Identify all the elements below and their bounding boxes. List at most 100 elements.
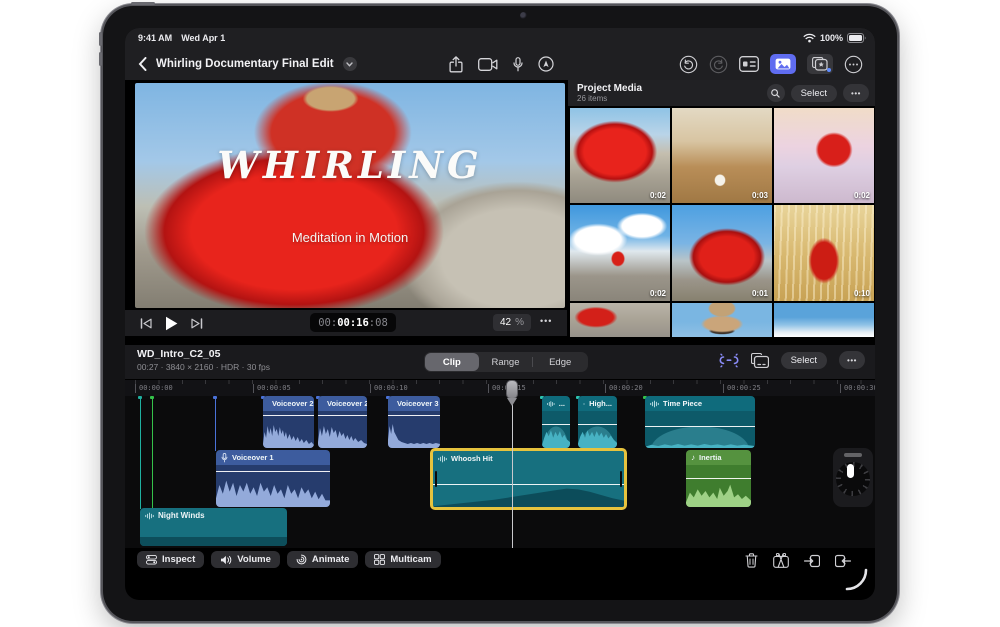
play-button[interactable] xyxy=(165,316,178,331)
trim-handle-left[interactable] xyxy=(435,471,437,487)
timeline-tracks: Voiceover 2 Voiceover 2 Voiceover 3 ... … xyxy=(125,396,875,548)
delete-icon[interactable] xyxy=(745,553,758,568)
waveform xyxy=(645,444,755,448)
zoom-value: 42 xyxy=(500,317,512,328)
media-thumbnail[interactable]: 0:02 xyxy=(570,108,670,203)
volume-line[interactable] xyxy=(318,415,367,416)
more-options-icon[interactable] xyxy=(844,55,863,74)
inspector-panel-icon[interactable] xyxy=(739,56,759,72)
multicam-button[interactable]: Multicam xyxy=(365,551,441,568)
audio-clip-whoosh-selected[interactable]: Whoosh Hit xyxy=(430,448,627,510)
share-icon[interactable] xyxy=(449,55,463,73)
volume-line[interactable] xyxy=(645,426,755,427)
insert-right-icon[interactable] xyxy=(835,554,851,568)
waveform-icon xyxy=(650,400,659,407)
next-frame-button[interactable] xyxy=(191,317,203,329)
playhead-handle[interactable] xyxy=(506,380,518,399)
inspect-button[interactable]: Inspect xyxy=(137,551,205,568)
camera-icon[interactable] xyxy=(478,57,498,71)
clip-label: Voiceover 2 xyxy=(327,399,367,408)
animate-button[interactable]: Animate xyxy=(286,551,359,568)
jog-wheel-grip[interactable] xyxy=(844,453,862,457)
snapping-icon[interactable] xyxy=(719,353,739,368)
pointer-circle-icon[interactable] xyxy=(538,56,554,72)
volume-button[interactable]: Volume xyxy=(211,551,280,568)
audio-clip-timepiece[interactable]: Time Piece xyxy=(645,396,755,448)
video-viewer: WHIRLING Meditation in Motion xyxy=(135,83,565,308)
fade-strip xyxy=(140,537,287,546)
viewer-more-button[interactable]: ••• xyxy=(540,316,552,326)
media-thumbnail[interactable]: 0:02 xyxy=(570,205,670,301)
previous-frame-button[interactable] xyxy=(140,317,152,329)
audio-clip-voiceover2b[interactable]: Voiceover 2 xyxy=(318,396,367,448)
segment-range[interactable]: Range xyxy=(479,353,533,371)
trim-handle-right[interactable] xyxy=(620,471,622,487)
clip-connection-line xyxy=(140,396,141,509)
timeline-ruler[interactable]: 00:00:00 00:00:05 00:00:10 00:00:15 00:0… xyxy=(125,379,875,396)
ipad-device: 9:41 AM Wed Apr 1 100% Whirling Document… xyxy=(99,2,897,621)
timeline-select-button[interactable]: Select xyxy=(780,351,827,369)
project-media-panel: Project Media 26 items Select ••• 0:02 0… xyxy=(568,80,875,337)
ruler-tick: 00:00:30 xyxy=(840,384,875,393)
audio-clip-voiceover2[interactable]: Voiceover 2 xyxy=(263,396,314,448)
clip-duration: 0:02 xyxy=(649,191,666,200)
timeline-clip-info: 00:27 · 3840 × 2160 · HDR · 30 fps xyxy=(137,362,271,372)
volume-down-button xyxy=(99,52,102,66)
media-thumbnail[interactable] xyxy=(570,303,670,337)
corner-swipe-indicator[interactable] xyxy=(845,568,869,592)
volume-line[interactable] xyxy=(542,424,570,425)
clip-label: Time Piece xyxy=(663,399,703,408)
speaker-icon xyxy=(221,555,232,564)
audio-clip-voiceover3[interactable]: Voiceover 3 xyxy=(388,396,440,448)
top-chrome: 9:41 AM Wed Apr 1 100% Whirling Document… xyxy=(125,28,875,80)
audio-clip-voiceover1[interactable]: Voiceover 1 xyxy=(216,450,330,507)
audio-clip-nightwinds[interactable]: Night Winds xyxy=(140,508,287,546)
clip-marker xyxy=(138,396,142,399)
microphone-icon[interactable] xyxy=(513,56,523,72)
timeline-header: WD_Intro_C2_05 00:27 · 3840 × 2160 · HDR… xyxy=(125,345,875,379)
segment-clip[interactable]: Clip xyxy=(425,353,479,371)
browser-more-button[interactable]: ••• xyxy=(843,84,869,102)
viewer-subtitle-text: Meditation in Motion xyxy=(291,230,409,245)
insert-left-icon[interactable] xyxy=(804,554,820,568)
waveform-icon xyxy=(583,402,586,405)
clip-duration: 0:01 xyxy=(751,289,768,298)
media-thumbnail[interactable]: 0:10 xyxy=(774,205,874,301)
browser-select-button[interactable]: Select xyxy=(790,84,837,102)
volume-line[interactable] xyxy=(686,478,751,479)
volume-line[interactable] xyxy=(216,471,330,472)
segment-edge[interactable]: Edge xyxy=(533,353,587,371)
status-time: 9:41 AM xyxy=(138,33,173,43)
undo-icon[interactable] xyxy=(679,55,698,74)
effects-badge-dot xyxy=(827,68,831,72)
media-thumbnail[interactable] xyxy=(774,303,874,337)
media-thumbnail[interactable]: 0:02 xyxy=(774,108,874,203)
viewer-zoom-control[interactable]: 42 % xyxy=(493,314,532,331)
back-button[interactable] xyxy=(138,57,147,71)
title-chevron-down-icon[interactable] xyxy=(342,57,357,71)
media-thumbnail[interactable]: 0:03 xyxy=(672,108,772,203)
audio-clip-truncated[interactable]: ... xyxy=(542,396,570,448)
jog-wheel[interactable] xyxy=(833,448,873,507)
viewer-title-text: WHIRLING xyxy=(217,143,483,187)
timecode-main: 00:16 xyxy=(337,316,369,329)
volume-line[interactable] xyxy=(578,424,617,425)
audio-clip-inertia[interactable]: ♪ Inertia xyxy=(686,450,751,507)
volume-up-button xyxy=(99,32,102,46)
timeline-more-button[interactable]: ••• xyxy=(839,351,865,369)
effects-star-icon[interactable] xyxy=(807,54,833,74)
media-thumbnail[interactable]: 0:01 xyxy=(672,205,772,301)
volume-line[interactable] xyxy=(263,415,314,416)
waveform xyxy=(686,484,751,507)
search-icon[interactable] xyxy=(766,84,785,102)
timeline-view-icon[interactable] xyxy=(750,352,769,368)
volume-line[interactable] xyxy=(388,415,440,416)
media-browser-icon[interactable] xyxy=(770,54,796,74)
waveform-icon xyxy=(438,455,447,462)
waveform xyxy=(542,430,570,448)
media-thumbnail[interactable] xyxy=(672,303,772,337)
audio-clip-high[interactable]: High... xyxy=(578,396,617,448)
playhead-handle-tip xyxy=(507,398,517,406)
clip-marker xyxy=(213,396,217,399)
split-clip-icon[interactable] xyxy=(773,553,789,568)
